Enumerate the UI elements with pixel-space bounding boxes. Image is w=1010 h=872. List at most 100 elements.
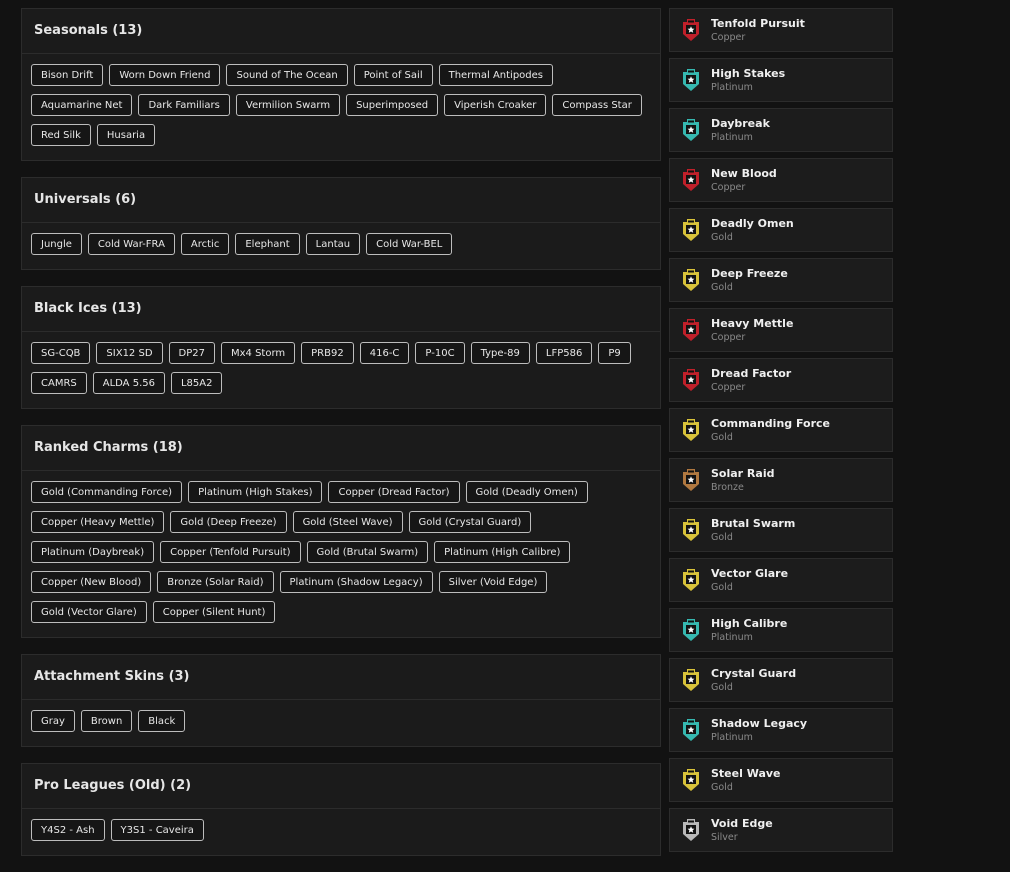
rank-card[interactable]: Vector Glare Gold xyxy=(669,558,893,602)
item-chip[interactable]: Copper (New Blood) xyxy=(31,571,152,593)
rank-card[interactable]: High Calibre Platinum xyxy=(669,608,893,652)
item-chip[interactable]: PRB92 xyxy=(301,342,354,364)
item-chip[interactable]: 416-C xyxy=(359,342,410,364)
rank-badge-icon xyxy=(683,319,699,341)
section-seasonals: Seasonals (13) Bison Drift Worn Down Frie… xyxy=(21,8,661,161)
item-chip[interactable]: Gold (Commanding Force) xyxy=(31,481,183,503)
rank-card[interactable]: High Stakes Platinum xyxy=(669,58,893,102)
rank-tier: Platinum xyxy=(711,632,753,643)
item-chip[interactable]: Platinum (High Stakes) xyxy=(188,481,323,503)
item-chip[interactable]: Y3S1 - Caveira xyxy=(110,819,204,841)
item-chip[interactable]: Brown xyxy=(80,710,133,732)
rank-card[interactable]: New Blood Copper xyxy=(669,158,893,202)
item-chip[interactable]: Gray xyxy=(31,710,75,732)
item-chip[interactable]: Lantau xyxy=(305,233,361,255)
item-chip[interactable]: Elephant xyxy=(235,233,300,255)
item-chip[interactable]: Gold (Deep Freeze) xyxy=(170,511,287,533)
item-chip[interactable]: Thermal Antipodes xyxy=(438,64,554,86)
rank-tier: Copper xyxy=(711,332,746,343)
item-chip[interactable]: Platinum (High Calibre) xyxy=(434,541,571,563)
item-chip[interactable]: Aquamarine Net xyxy=(31,94,133,116)
section-title: Seasonals (13) xyxy=(22,9,660,54)
rank-card[interactable]: Steel Wave Gold xyxy=(669,758,893,802)
item-chip[interactable]: Y4S2 - Ash xyxy=(31,819,105,841)
rank-card[interactable]: Deadly Omen Gold xyxy=(669,208,893,252)
rank-card[interactable]: Heavy Mettle Copper xyxy=(669,308,893,352)
item-chip[interactable]: P9 xyxy=(598,342,631,364)
item-chip[interactable]: Gold (Vector Glare) xyxy=(31,601,147,623)
section-title: Ranked Charms (18) xyxy=(22,426,660,471)
item-chip[interactable]: SIX12 SD xyxy=(96,342,163,364)
rank-card[interactable]: Solar Raid Bronze xyxy=(669,458,893,502)
rank-tier: Platinum xyxy=(711,732,753,743)
rank-tier: Gold xyxy=(711,282,733,293)
rank-name: New Blood xyxy=(711,167,777,180)
item-chip[interactable]: Arctic xyxy=(180,233,230,255)
rank-card[interactable]: Tenfold Pursuit Copper xyxy=(669,8,893,52)
item-chip[interactable]: Cold War-BEL xyxy=(366,233,453,255)
item-chip[interactable]: Compass Star xyxy=(552,94,642,116)
rank-card[interactable]: Crystal Guard Gold xyxy=(669,658,893,702)
rank-name: Brutal Swarm xyxy=(711,517,796,530)
item-chip[interactable]: L85A2 xyxy=(170,372,223,394)
item-chip[interactable]: Point of Sail xyxy=(353,64,433,86)
item-chip[interactable]: Cold War-FRA xyxy=(87,233,175,255)
rank-name: High Calibre xyxy=(711,617,788,630)
rank-card[interactable]: Dread Factor Copper xyxy=(669,358,893,402)
item-chip[interactable]: Black xyxy=(138,710,186,732)
rank-card[interactable]: Void Edge Silver xyxy=(669,808,893,852)
rank-tier: Copper xyxy=(711,382,746,393)
rank-card[interactable]: Daybreak Platinum xyxy=(669,108,893,152)
rank-card[interactable]: Commanding Force Gold xyxy=(669,408,893,452)
item-chip[interactable]: Type-89 xyxy=(470,342,530,364)
item-chip[interactable]: Gold (Steel Wave) xyxy=(292,511,403,533)
item-chip[interactable]: Superimposed xyxy=(346,94,439,116)
rank-badge-icon xyxy=(683,19,699,41)
rank-card[interactable]: Shadow Legacy Platinum xyxy=(669,708,893,752)
collections-panel: Seasonals (13) Bison Drift Worn Down Frie… xyxy=(21,8,661,872)
item-chip[interactable]: P-10C xyxy=(415,342,465,364)
item-chip[interactable]: DP27 xyxy=(168,342,215,364)
item-chip[interactable]: Husaria xyxy=(96,124,156,146)
item-chip[interactable]: Mx4 Storm xyxy=(221,342,296,364)
item-chip[interactable]: LFP586 xyxy=(535,342,593,364)
item-chip[interactable]: Gold (Brutal Swarm) xyxy=(306,541,429,563)
rank-name: Shadow Legacy xyxy=(711,717,808,730)
rank-name: Deadly Omen xyxy=(711,217,794,230)
item-chip[interactable]: ALDA 5.56 xyxy=(92,372,165,394)
item-chip[interactable]: Viperish Croaker xyxy=(444,94,547,116)
section-title: Universals (6) xyxy=(22,178,660,223)
item-chip[interactable]: Copper (Heavy Mettle) xyxy=(31,511,165,533)
section-title: Black Ices (13) xyxy=(22,287,660,332)
item-chip[interactable]: Worn Down Friend xyxy=(109,64,221,86)
item-chip[interactable]: Platinum (Shadow Legacy) xyxy=(279,571,433,593)
item-chip[interactable]: SG-CQB xyxy=(31,342,91,364)
section-universals: Universals (6) Jungle Cold War-FRA Arctic E… xyxy=(21,177,661,270)
section-black-ices: Black Ices (13) SG-CQB SIX12 SD DP27 Mx4 St… xyxy=(21,286,661,409)
item-chip[interactable]: Sound of The Ocean xyxy=(226,64,348,86)
item-chip[interactable]: Bronze (Solar Raid) xyxy=(157,571,274,593)
rank-badge-icon xyxy=(683,219,699,241)
item-chip[interactable]: Platinum (Daybreak) xyxy=(31,541,155,563)
rank-badge-icon xyxy=(683,819,699,841)
rank-badge-icon xyxy=(683,769,699,791)
item-chip[interactable]: Dark Familiars xyxy=(138,94,230,116)
item-chip[interactable]: Red Silk xyxy=(31,124,91,146)
item-chip[interactable]: CAMRS xyxy=(31,372,87,394)
item-chip[interactable]: Gold (Crystal Guard) xyxy=(408,511,532,533)
item-chip[interactable]: Silver (Void Edge) xyxy=(438,571,548,593)
item-chip[interactable]: Copper (Dread Factor) xyxy=(328,481,460,503)
item-chip[interactable]: Jungle xyxy=(31,233,82,255)
rank-badge-icon xyxy=(683,669,699,691)
item-chip[interactable]: Copper (Silent Hunt) xyxy=(152,601,276,623)
rank-card[interactable]: Deep Freeze Gold xyxy=(669,258,893,302)
item-chip[interactable]: Bison Drift xyxy=(31,64,104,86)
chip-list: Gold (Commanding Force) Platinum (High St… xyxy=(22,471,660,637)
item-chip[interactable]: Vermilion Swarm xyxy=(235,94,341,116)
rank-name: Deep Freeze xyxy=(711,267,788,280)
item-chip[interactable]: Gold (Deadly Omen) xyxy=(465,481,588,503)
item-chip[interactable]: Copper (Tenfold Pursuit) xyxy=(160,541,301,563)
rank-badge-icon xyxy=(683,119,699,141)
rank-name: High Stakes xyxy=(711,67,786,80)
rank-card[interactable]: Brutal Swarm Gold xyxy=(669,508,893,552)
